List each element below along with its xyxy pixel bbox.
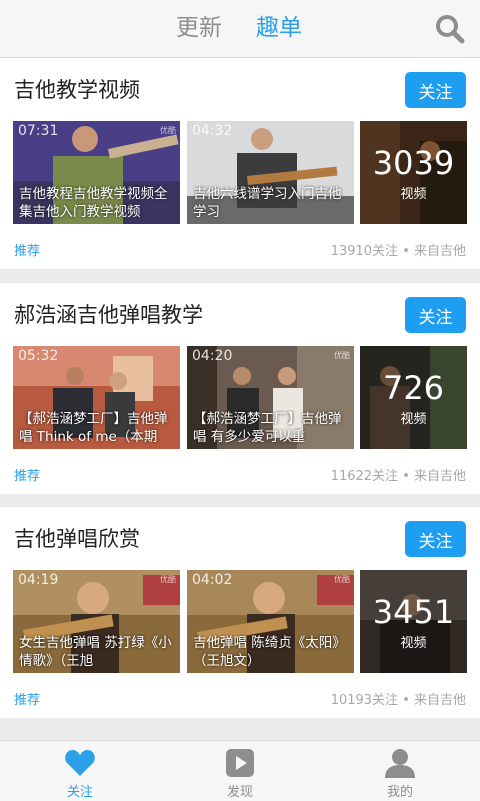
person-icon — [385, 749, 415, 778]
nav-mine-label: 我的 — [386, 785, 413, 800]
tab-list[interactable]: 趣单 — [256, 12, 302, 44]
video-count: 3451 — [372, 593, 455, 631]
search-icon[interactable] — [434, 13, 466, 45]
video-count: 3039 — [372, 144, 455, 182]
video-caption: 【郝浩涵梦工厂】吉他弹唱 Think of me（本期 — [19, 411, 168, 445]
top-bar: 更新 趣单 — [0, 0, 480, 58]
playlist-card[interactable]: 吉他教学视频 关注 07:31 优酷 吉他教程吉他教学视频全集吉他入门教学视频 — [0, 58, 480, 269]
heart-icon — [65, 750, 95, 776]
nav-follow[interactable]: 关注 — [0, 741, 160, 801]
video-duration: 07:31 — [18, 123, 59, 139]
video-caption: 【郝浩涵梦工厂】吉他弹唱 有多少爱可以重 — [193, 411, 342, 445]
follow-meta: 13910关注 • 来自吉他 — [330, 244, 466, 259]
video-thumbnail[interactable]: 04:02 优酷 吉他弹唱 陈绮贞《太阳》（王旭文） — [187, 570, 354, 673]
video-caption: 吉他六线谱学习入门吉他学习 — [193, 186, 342, 220]
video-duration: 04:32 — [192, 123, 233, 139]
recommend-tag: 推荐 — [14, 693, 41, 708]
video-count-tile[interactable]: 726 视频 — [360, 346, 467, 449]
video-duration: 04:19 — [18, 572, 59, 588]
video-caption: 吉他弹唱 陈绮贞《太阳》（王旭文） — [193, 635, 346, 669]
video-count-label: 视频 — [400, 412, 427, 427]
playlist-title[interactable]: 吉他弹唱欣赏 — [14, 521, 140, 557]
follow-button[interactable]: 关注 — [405, 521, 466, 557]
playlist-title[interactable]: 郝浩涵吉他弹唱教学 — [14, 297, 203, 333]
video-count-tile[interactable]: 3039 视频 — [360, 121, 467, 224]
video-thumbnail[interactable]: 04:32 吉他六线谱学习入门吉他学习 — [187, 121, 354, 224]
follow-button[interactable]: 关注 — [405, 297, 466, 333]
bottom-nav: 关注 发现 我的 — [0, 740, 480, 801]
video-count-label: 视频 — [400, 187, 427, 202]
nav-follow-label: 关注 — [66, 785, 93, 800]
recommend-tag: 推荐 — [14, 469, 41, 484]
video-thumbnail[interactable]: 04:19 优酷 女生吉他弹唱 苏打绿《小情歌》（王旭 — [13, 570, 180, 673]
video-count-tile[interactable]: 3451 视频 — [360, 570, 467, 673]
video-duration: 04:20 — [192, 348, 233, 364]
source-badge: 优酷 — [160, 126, 176, 135]
video-duration: 04:02 — [192, 572, 233, 588]
nav-mine[interactable]: 我的 — [320, 741, 480, 801]
video-caption: 吉他教程吉他教学视频全集吉他入门教学视频 — [19, 186, 168, 220]
video-count-label: 视频 — [400, 636, 427, 651]
tab-update[interactable]: 更新 — [176, 12, 222, 44]
video-caption: 女生吉他弹唱 苏打绿《小情歌》（王旭 — [19, 635, 172, 669]
source-badge: 优酷 — [334, 351, 350, 360]
playlist-card[interactable]: 郝浩涵吉他弹唱教学 关注 05:32 【郝浩涵梦工厂】吉他弹唱 Think of… — [0, 283, 480, 494]
playlist-card[interactable]: 吉他弹唱欣赏 关注 04:19 优酷 女生吉他弹唱 苏打绿《小情歌》（王旭 04… — [0, 507, 480, 718]
follow-meta: 11622关注 • 来自吉他 — [330, 469, 466, 484]
nav-discover[interactable]: 发现 — [160, 741, 320, 801]
video-thumbnail[interactable]: 05:32 【郝浩涵梦工厂】吉他弹唱 Think of me（本期 — [13, 346, 180, 449]
source-badge: 优酷 — [334, 575, 350, 584]
follow-button[interactable]: 关注 — [405, 72, 466, 108]
video-count: 726 — [382, 369, 445, 407]
play-icon — [226, 749, 254, 777]
nav-discover-label: 发现 — [226, 785, 253, 800]
source-badge: 优酷 — [160, 575, 176, 584]
recommend-tag: 推荐 — [14, 244, 41, 259]
video-thumbnail[interactable]: 04:20 优酷 【郝浩涵梦工厂】吉他弹唱 有多少爱可以重 — [187, 346, 354, 449]
playlist-title[interactable]: 吉他教学视频 — [14, 72, 140, 108]
follow-meta: 10193关注 • 来自吉他 — [330, 693, 466, 708]
video-duration: 05:32 — [18, 348, 59, 364]
video-thumbnail[interactable]: 07:31 优酷 吉他教程吉他教学视频全集吉他入门教学视频 — [13, 121, 180, 224]
